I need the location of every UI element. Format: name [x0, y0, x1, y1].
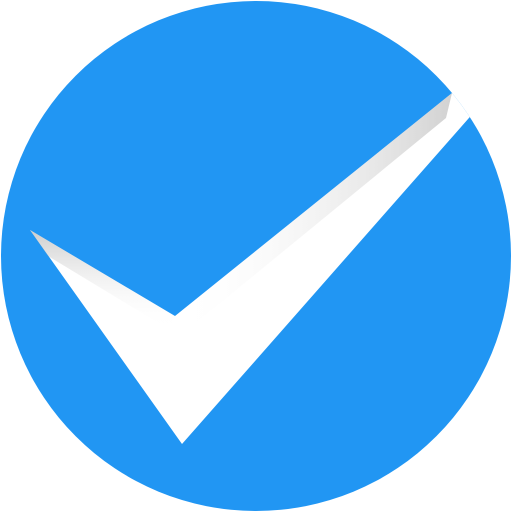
checkmark-badge — [0, 0, 512, 512]
checkmark-circle-icon — [1, 1, 511, 511]
